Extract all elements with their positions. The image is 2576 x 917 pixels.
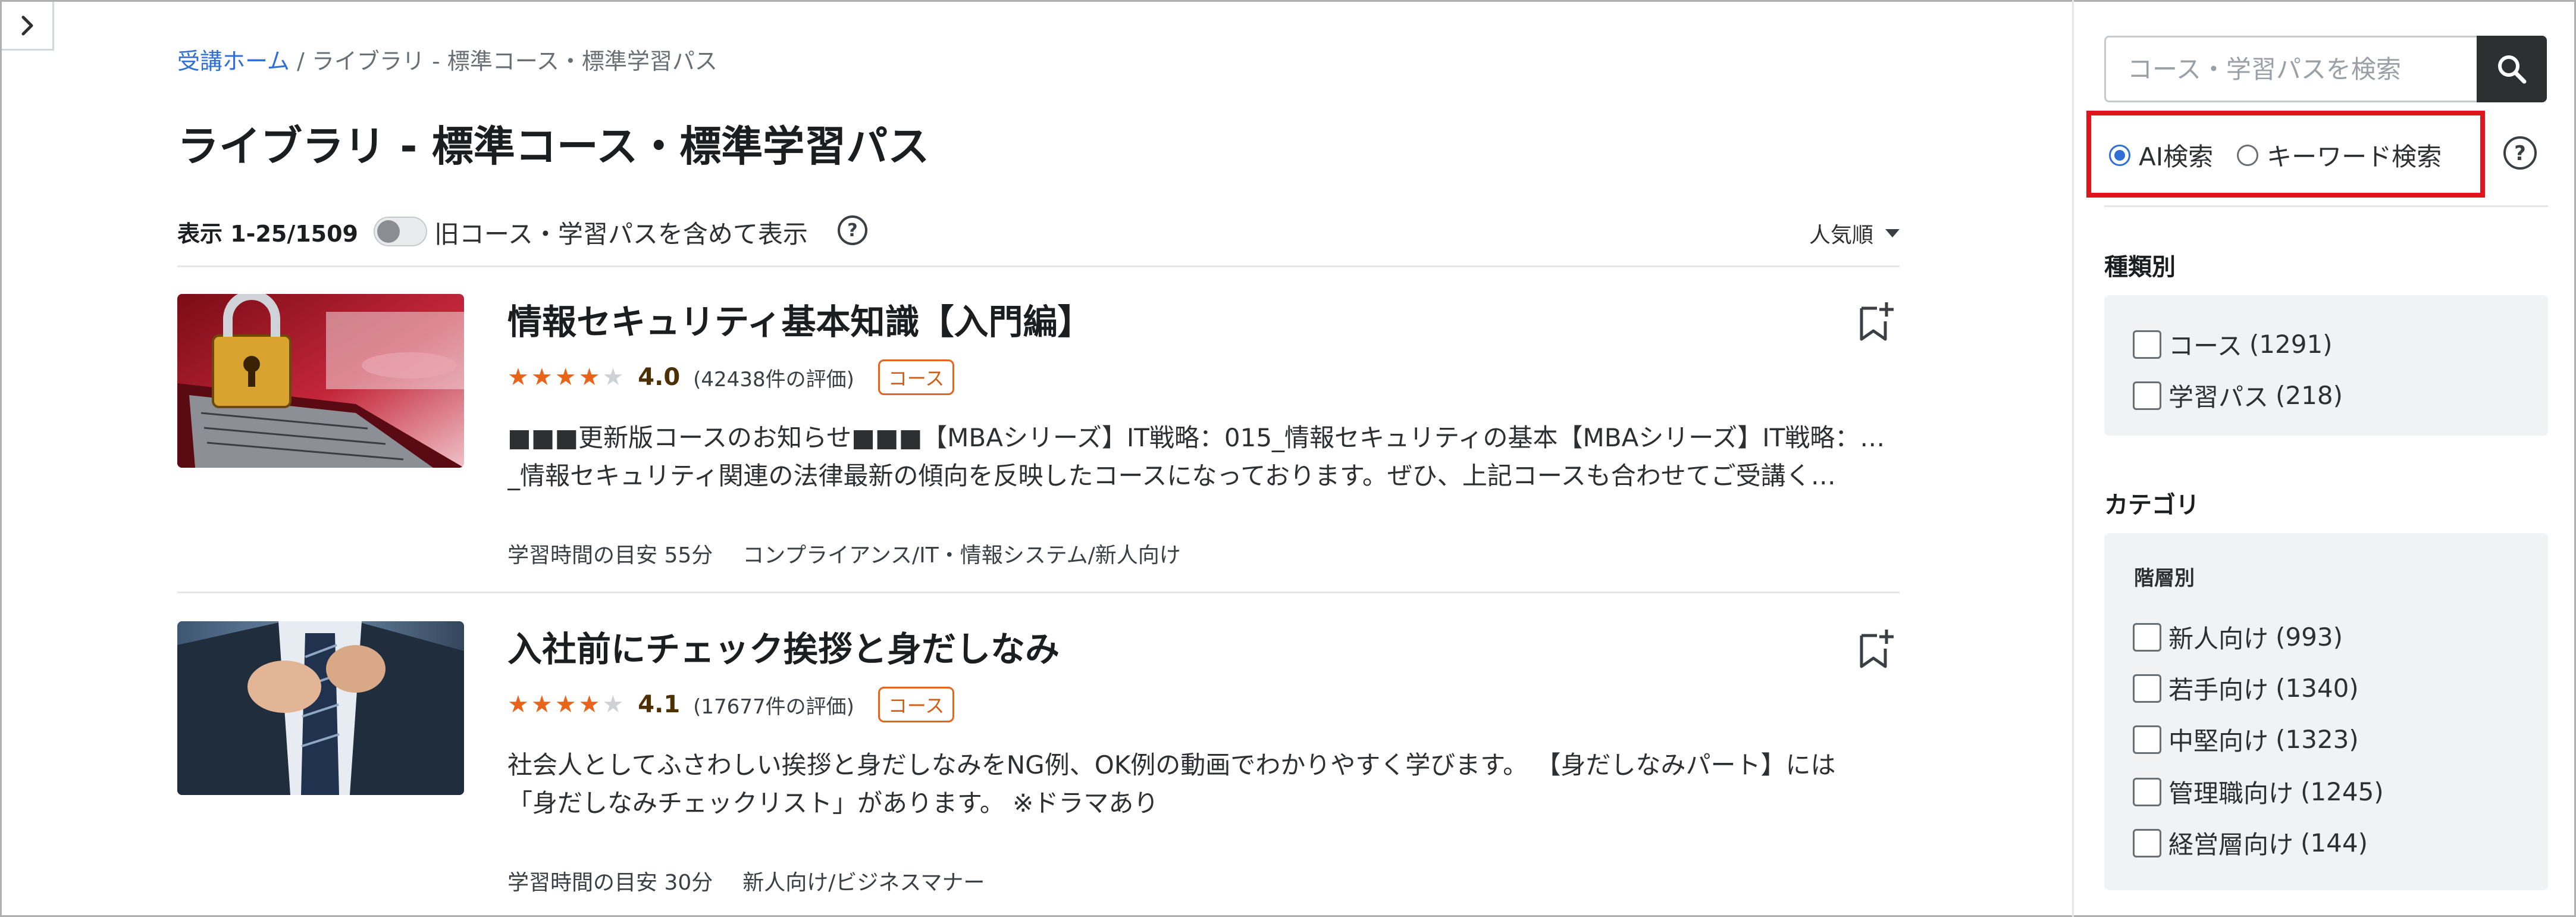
filter-count: (218) <box>2276 381 2343 410</box>
search-mode-highlight: AI検索 キーワード検索 <box>2086 111 2485 198</box>
search-button[interactable] <box>2477 36 2547 102</box>
course-title[interactable]: 情報セキュリティ基本知識【入門編】 <box>507 294 1092 344</box>
rating-score: 4.0 <box>638 364 681 391</box>
list-divider <box>177 591 1900 593</box>
course-thumbnail-greeting[interactable] <box>177 621 464 795</box>
result-count: 表示 1-25/1509 <box>177 221 358 247</box>
filter-label: 経営層向け <box>2168 830 2294 859</box>
sidebar-toggle-button[interactable] <box>2 2 54 51</box>
star-rating-icon: ★★★★★ <box>507 364 626 391</box>
checkbox[interactable] <box>2133 777 2161 806</box>
sort-dropdown[interactable]: 人気順 <box>1809 218 1900 249</box>
sidebar-divider <box>2104 205 2548 207</box>
breadcrumb-home-link[interactable]: 受講ホーム <box>177 48 290 74</box>
filter-option-level[interactable]: 管理職向け (1245) <box>2133 774 2384 810</box>
checkbox[interactable] <box>2133 828 2161 857</box>
course-title[interactable]: 入社前にチェック挨拶と身だしなみ <box>507 621 1060 671</box>
type-badge: コース <box>878 359 955 395</box>
caret-down-icon <box>1885 229 1900 237</box>
search-input[interactable] <box>2106 37 2478 101</box>
course-description: ■■■更新版コースのお知らせ■■■【MBAシリーズ】IT戦略：015_情報セキュ… <box>507 419 1894 495</box>
bookmark-add-icon[interactable] <box>1857 627 1895 671</box>
rating-score: 4.1 <box>638 691 681 718</box>
review-count: (42438件の評価) <box>693 367 854 392</box>
checkbox[interactable] <box>2133 674 2161 703</box>
toggle-knob <box>377 220 400 243</box>
filter-option-course[interactable]: コース (1291) <box>2133 326 2333 362</box>
search-field[interactable] <box>2104 36 2478 102</box>
filter-option-level[interactable]: 若手向け (1340) <box>2133 670 2359 706</box>
level-subtitle: 階層別 <box>2134 567 2195 590</box>
filter-count: (1291) <box>2249 330 2333 359</box>
description-line: _情報セキュリティ関連の法律最新の傾向を反映したコースになっております。ぜひ、上… <box>507 461 1836 490</box>
filter-label: 新人向け <box>2168 624 2269 653</box>
filter-option-level[interactable]: 新人向け (993) <box>2133 619 2343 655</box>
chevron-right-icon <box>21 15 33 35</box>
course-card[interactable]: 情報セキュリティ基本知識【入門編】 ★★★★★ 4.0 (42438件の評価) … <box>177 294 1900 603</box>
rating-row: ★★★★★ 4.1 (17677件の評価) コース <box>507 687 955 722</box>
course-description: 社会人としてふさわしい挨拶と身だしなみをNG例、OK例の動画でわかりやすく学びま… <box>507 746 1894 822</box>
review-count: (17677件の評価) <box>693 694 854 719</box>
filter-count: (1245) <box>2301 777 2384 806</box>
rating-row: ★★★★★ 4.0 (42438件の評価) コース <box>507 359 955 395</box>
filter-count: (1323) <box>2276 725 2359 754</box>
category-filter-title: カテゴリ <box>2104 492 2199 519</box>
course-thumbnail-security[interactable] <box>177 294 464 468</box>
study-duration: 学習時間の目安 55分 <box>507 543 713 568</box>
filter-label: 管理職向け <box>2168 779 2294 808</box>
course-card[interactable]: 入社前にチェック挨拶と身だしなみ ★★★★★ 4.1 (17677件の評価) コ… <box>177 621 1900 917</box>
star-rating-icon: ★★★★★ <box>507 691 626 718</box>
search-icon <box>2498 55 2527 84</box>
type-filter-title: 種類別 <box>2104 253 2176 281</box>
filter-label: 若手向け <box>2168 675 2269 705</box>
security-lock-image <box>177 294 464 468</box>
course-tags: 新人向け/ビジネスマナー <box>742 871 985 895</box>
breadcrumb-separator: / <box>296 48 305 74</box>
include-old-label: 旧コース・学習パスを含めて表示 <box>434 220 808 249</box>
checkbox[interactable] <box>2133 622 2161 652</box>
study-duration: 学習時間の目安 30分 <box>507 871 713 895</box>
help-icon[interactable]: ? <box>836 214 869 246</box>
page-title: ライブラリ - 標準コース・標準学習パス <box>177 122 930 171</box>
type-badge: コース <box>878 687 955 722</box>
breadcrumb: 受講ホーム / ライブラリ - 標準コース・標準学習パス <box>177 43 717 76</box>
category-filter-panel: 階層別 新人向け (993) 若手向け (1340) 中堅向け (1323) 管… <box>2104 533 2548 890</box>
checkbox[interactable] <box>2133 725 2161 754</box>
ai-search-label[interactable]: AI検索 <box>2139 137 2213 173</box>
description-line: ■■■更新版コースのお知らせ■■■【MBAシリーズ】IT戦略：015_情報セキュ… <box>507 423 1894 452</box>
keyword-search-label[interactable]: キーワード検索 <box>2267 137 2442 173</box>
sidebar-border <box>2072 0 2074 917</box>
sort-label: 人気順 <box>1809 223 1873 248</box>
filter-option-learning-path[interactable]: 学習パス (218) <box>2133 377 2343 414</box>
filter-count: (993) <box>2276 622 2343 652</box>
course-tags: コンプライアンス/IT・情報システム/新人向け <box>742 543 1181 568</box>
course-meta: 学習時間の目安 55分 コンプライアンス/IT・情報システム/新人向け <box>507 538 1181 569</box>
business-attire-image <box>177 621 464 795</box>
filter-option-level[interactable]: 中堅向け (1323) <box>2133 721 2359 758</box>
filter-option-level[interactable]: 経営層向け (144) <box>2133 825 2368 861</box>
filter-label: コース <box>2168 331 2242 361</box>
type-filter-panel: コース (1291) 学習パス (218) <box>2104 295 2548 436</box>
filter-label: 学習パス <box>2168 383 2269 412</box>
description-line: 社会人としてふさわしい挨拶と身だしなみをNG例、OK例の動画でわかりやすく学びま… <box>507 750 1836 780</box>
svg-text:?: ? <box>847 220 857 241</box>
ai-search-radio[interactable] <box>2109 144 2130 166</box>
filter-label: 中堅向け <box>2168 727 2269 756</box>
breadcrumb-current: ライブラリ - 標準コース・標準学習パス <box>311 48 717 74</box>
help-icon[interactable]: ? <box>2502 134 2539 171</box>
checkbox[interactable] <box>2133 330 2161 359</box>
list-divider <box>177 265 1900 267</box>
filter-count: (144) <box>2301 828 2368 857</box>
search-mode-options: AI検索 キーワード検索 <box>2109 137 2442 173</box>
bookmark-add-icon[interactable] <box>1857 300 1895 344</box>
filter-count: (1340) <box>2276 674 2359 703</box>
course-meta: 学習時間の目安 30分 新人向け/ビジネスマナー <box>507 865 985 896</box>
checkbox[interactable] <box>2133 381 2161 410</box>
keyword-search-radio[interactable] <box>2237 144 2259 166</box>
results-toolbar: 表示 1-25/1509 旧コース・学習パスを含めて表示 ? 人気順 <box>177 209 1900 252</box>
svg-text:?: ? <box>2514 142 2526 165</box>
include-old-toggle[interactable] <box>374 217 427 246</box>
description-line: 「身だしなみチェックリスト」があります。 ※ドラマあり <box>507 788 1159 818</box>
